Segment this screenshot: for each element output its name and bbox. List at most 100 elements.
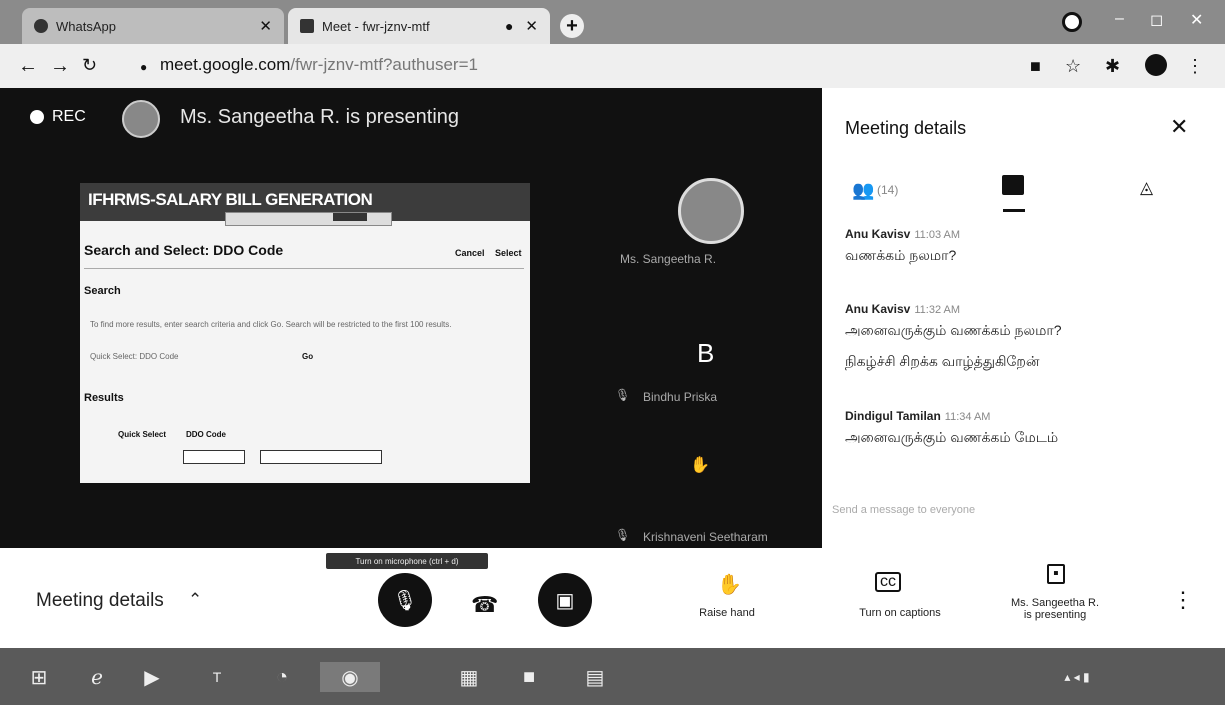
message-text: நிகழ்ச்சி சிறக்க வாழ்த்துகிறேன் — [845, 353, 1040, 369]
divider — [84, 268, 524, 269]
dialog-title: Search and Select: DDO Code — [84, 242, 284, 258]
close-icon[interactable]: ✕ — [259, 17, 272, 35]
results-label: Results — [84, 392, 124, 404]
participant-name: Ms. Sangeetha R. — [620, 252, 717, 266]
raise-hand-label[interactable]: Raise hand — [672, 607, 782, 619]
tab-meet[interactable]: Meet - fwr-jznv-mtf ● ✕ — [288, 8, 550, 44]
message-sender: Anu Kavisv — [845, 227, 911, 241]
chrome-icon[interactable]: ◉ — [320, 662, 380, 692]
chat-icon[interactable] — [1002, 175, 1024, 195]
bookmark-star-icon[interactable]: ☆ — [1065, 56, 1081, 77]
activities-icon[interactable]: ◬ — [1140, 178, 1153, 198]
tab-label: Meet - fwr-jznv-mtf — [322, 18, 430, 34]
message-time: 11:32 AM — [914, 304, 961, 316]
cancel-label: Cancel — [455, 248, 485, 258]
photos-icon[interactable]: ▤ — [578, 662, 612, 692]
col-ddo-code: DDO Code — [186, 430, 226, 439]
avatar[interactable] — [1145, 54, 1167, 76]
panel-title: Meeting details — [845, 118, 967, 138]
participant-initial: B — [697, 338, 715, 368]
app-icon[interactable]: T — [200, 662, 234, 692]
recording-dot-icon: ● — [504, 18, 514, 34]
system-tray-icon[interactable]: ▴ ◂ ▮ — [1060, 662, 1094, 692]
active-tab-indicator — [1003, 209, 1025, 212]
meet-icon — [300, 19, 314, 33]
minimize-icon[interactable]: – — [1115, 10, 1124, 28]
chat-message: Anu Kavisv 11:03 AM வணக்கம் நலமா? — [845, 225, 960, 266]
url-host: meet.google.com — [160, 55, 291, 74]
message-time: 11:03 AM — [914, 229, 961, 241]
search-hint: To find more results, enter search crite… — [90, 320, 452, 329]
people-count: (14) — [877, 183, 899, 197]
start-icon[interactable]: ⊞ — [22, 662, 56, 692]
message-time: 11:34 AM — [944, 411, 991, 423]
recording-indicator: REC — [30, 108, 86, 126]
people-icon[interactable]: 👥 — [852, 180, 874, 201]
profile-badge-icon[interactable] — [1062, 12, 1082, 32]
captions-label[interactable]: Turn on captions — [845, 607, 955, 619]
select-label: Select — [495, 248, 522, 258]
camera-indicator-icon[interactable]: ■ — [1030, 56, 1041, 77]
close-icon[interactable]: ✕ — [525, 17, 538, 35]
result-cell — [260, 450, 382, 464]
field-label: Quick Select: DDO Code — [90, 352, 179, 361]
presenting-line1: Ms. Sangeetha R. — [1010, 597, 1100, 609]
tab-label: WhatsApp — [56, 18, 116, 34]
forward-icon[interactable]: → — [50, 55, 70, 78]
close-window-icon[interactable]: ✕ — [1190, 10, 1203, 30]
reload-icon[interactable]: ↻ — [82, 55, 97, 76]
mic-off-icon: 🎙 — [615, 528, 631, 542]
wave-icon: ✋ — [690, 457, 710, 474]
chevron-up-icon[interactable]: ⌃ — [188, 590, 202, 610]
participant-avatar — [678, 178, 744, 244]
close-icon[interactable]: ✕ — [1170, 114, 1188, 140]
presenting-label[interactable]: Ms. Sangeetha R. is presenting — [995, 597, 1115, 621]
mic-off-icon: 🎙 — [392, 589, 418, 612]
end-call-button[interactable]: ☎ — [471, 592, 498, 618]
mic-off-icon: 🎙 — [615, 388, 631, 402]
present-icon[interactable]: ▪ — [1047, 564, 1065, 584]
col-quick-select: Quick Select — [118, 430, 167, 439]
search-label: Search — [84, 285, 121, 297]
participant-name: Krishnaveni Seetharam — [643, 530, 768, 544]
tooltip: Turn on microphone (ctrl + d) — [326, 553, 488, 569]
shared-screen-title: IFHRMS-SALARY BILL GENERATION — [88, 190, 373, 209]
shared-screen-overlay-button — [333, 213, 367, 221]
chat-message: Anu Kavisv 11:32 AM அனைவருக்கும் வணக்கம் … — [845, 300, 1061, 372]
rec-label: REC — [52, 108, 86, 125]
back-icon[interactable]: ← — [18, 55, 38, 78]
taskbar — [0, 648, 1225, 705]
camera-app-icon[interactable]: ■ — [512, 662, 546, 692]
meeting-details-button[interactable]: Meeting details — [36, 590, 164, 612]
presenter-avatar — [122, 100, 160, 138]
chat-input[interactable]: Send a message to everyone — [832, 504, 975, 516]
app-icon[interactable]: ◔ — [265, 662, 299, 692]
lock-icon: ● — [140, 60, 148, 74]
message-sender: Anu Kavisv — [845, 302, 911, 316]
microphone-off-button[interactable]: 🎙 — [378, 573, 432, 627]
more-options-icon[interactable]: ⋮ — [1172, 587, 1194, 613]
media-icon[interactable]: ▶ — [135, 662, 169, 692]
message-text: வணக்கம் நலமா? — [845, 247, 957, 263]
record-dot-icon — [30, 110, 44, 124]
message-text: அனைவருக்கும் வணக்கம் மேடம் — [845, 429, 1059, 445]
new-tab-button[interactable]: + — [560, 14, 584, 38]
camera-off-button[interactable]: ▣ — [538, 573, 592, 627]
tab-whatsapp[interactable]: WhatsApp ✕ — [22, 8, 284, 44]
result-cell — [183, 450, 245, 464]
go-label: Go — [302, 352, 314, 361]
extensions-icon[interactable]: ✱ — [1105, 56, 1120, 77]
message-sender: Dindigul Tamilan — [845, 409, 941, 423]
menu-kebab-icon[interactable]: ⋮ — [1186, 56, 1204, 77]
presenter-text: Ms. Sangeetha R. is presenting — [180, 106, 460, 128]
url-field[interactable]: meet.google.com/fwr-jznv-mtf?authuser=1 — [160, 55, 478, 75]
raise-hand-icon[interactable]: ✋ — [717, 572, 742, 597]
edge-icon[interactable]: ℯ — [80, 662, 114, 692]
maximize-icon[interactable]: ◻ — [1150, 10, 1163, 30]
calculator-icon[interactable]: ▦ — [452, 662, 486, 692]
camera-off-icon: ▣ — [555, 589, 575, 612]
whatsapp-icon — [34, 19, 48, 33]
captions-icon[interactable]: cc — [875, 572, 901, 592]
presenting-line2: is presenting — [1023, 609, 1087, 621]
participant-name: Bindhu Priska — [643, 390, 718, 404]
